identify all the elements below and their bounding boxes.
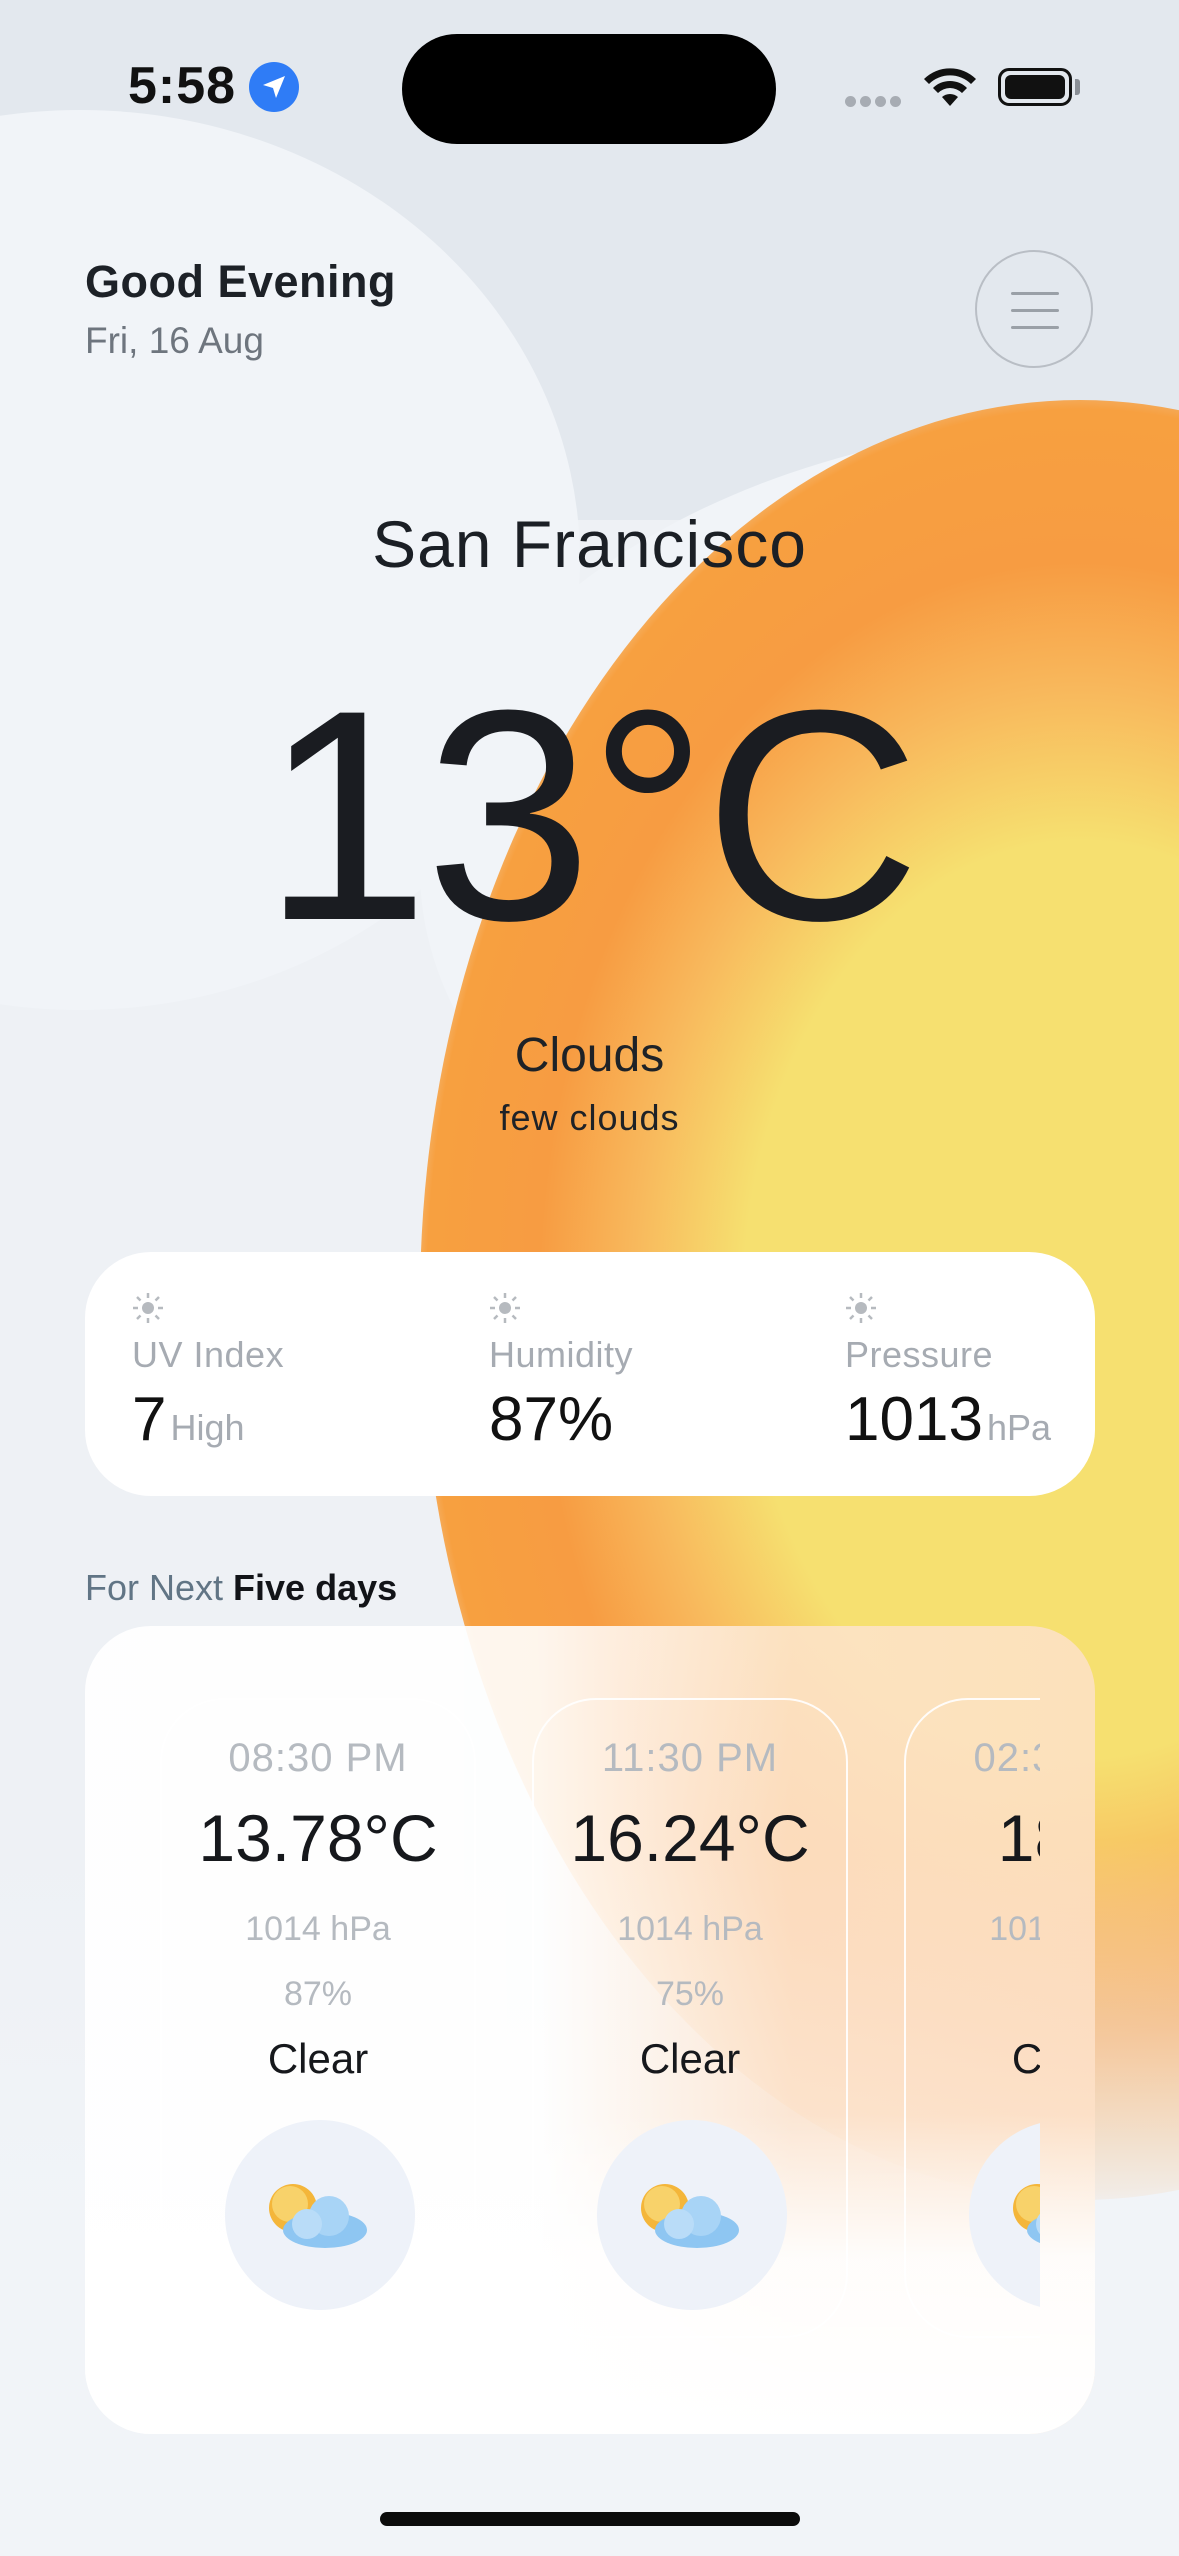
sun-icon xyxy=(846,1293,876,1323)
location-arrow-icon xyxy=(249,62,299,112)
forecast-pressure: 1014 hPa xyxy=(245,1910,391,1948)
stat-value: 1013 xyxy=(845,1385,983,1454)
forecast-humidity: 6 xyxy=(906,1975,1040,2014)
sun-icon xyxy=(490,1293,520,1323)
forecast-card[interactable]: 11:30 PM 16.24°C 1014 hPa 75% Clear xyxy=(532,1698,848,2338)
weather-condition: Clouds xyxy=(514,1029,665,1082)
home-indicator[interactable] xyxy=(380,2512,800,2526)
battery-icon xyxy=(998,68,1072,106)
forecast-time: 11:30 PM xyxy=(601,1736,779,1780)
forecast-time: 08:30 PM xyxy=(228,1736,408,1780)
forecast-condition: Clear xyxy=(267,2035,369,2082)
stat-label: Humidity xyxy=(489,1334,634,1375)
wifi-icon xyxy=(924,68,976,106)
forecast-temp: 13.78°C xyxy=(198,1801,438,1875)
stat-humidity: Humidity 87% xyxy=(489,1292,633,1455)
forecast-time: 02:30 AM xyxy=(973,1736,1040,1780)
forecast-humidity: 87% xyxy=(283,1975,353,2013)
forecast-card[interactable]: 08:30 PM 13.78°C 1014 hPa 87% Clear xyxy=(160,1698,476,2338)
dynamic-island xyxy=(402,34,776,144)
forecast-temp: 16.24°C xyxy=(570,1801,810,1875)
forecast-condition: Clear xyxy=(1011,2035,1040,2082)
greeting: Good Evening xyxy=(85,256,397,307)
forecast-title: For Next Five days xyxy=(85,1567,398,1608)
stat-unit: High xyxy=(170,1407,245,1448)
partly-cloudy-icon xyxy=(225,2120,415,2310)
cellular-signal-icon xyxy=(845,94,905,112)
stat-label: UV Index xyxy=(132,1334,285,1375)
city-name: San Francisco xyxy=(372,507,807,581)
stats-card: UV Index 7 High Humidity 87% Pressure 101… xyxy=(85,1252,1095,1496)
forecast-card[interactable]: 02:30 AM 18.8 1014 hPa 6 Clear xyxy=(904,1698,1040,2338)
current-temperature: 13°C xyxy=(262,647,920,983)
forecast-pressure: 1014 hPa xyxy=(617,1910,763,1948)
weather-description: few clouds xyxy=(499,1097,680,1138)
stat-label: Pressure xyxy=(845,1334,994,1375)
partly-cloudy-icon xyxy=(597,2120,787,2310)
partly-cloudy-icon xyxy=(969,2120,1040,2310)
stat-value: 87% xyxy=(489,1385,614,1454)
forecast-carousel[interactable]: 08:30 PM 13.78°C 1014 hPa 87% Clear 11:3… xyxy=(160,1698,1040,2338)
forecast-humidity: 75% xyxy=(655,1975,725,2013)
sun-icon xyxy=(133,1293,163,1323)
status-time: 5:58 xyxy=(128,57,237,115)
stat-value: 7 xyxy=(132,1385,167,1454)
menu-button[interactable] xyxy=(975,250,1093,368)
stat-pressure: Pressure 1013 hPa xyxy=(845,1292,1051,1455)
forecast-pressure: 1014 hPa xyxy=(989,1910,1040,1948)
date: Fri, 16 Aug xyxy=(85,320,264,361)
forecast-temp: 18.8 xyxy=(997,1801,1040,1875)
forecast-panel: 08:30 PM 13.78°C 1014 hPa 87% Clear 11:3… xyxy=(85,1626,1095,2434)
stat-uv-index: UV Index 7 High xyxy=(132,1292,284,1455)
hamburger-icon xyxy=(1011,292,1059,295)
stat-unit: hPa xyxy=(986,1407,1051,1448)
forecast-condition: Clear xyxy=(639,2035,741,2082)
